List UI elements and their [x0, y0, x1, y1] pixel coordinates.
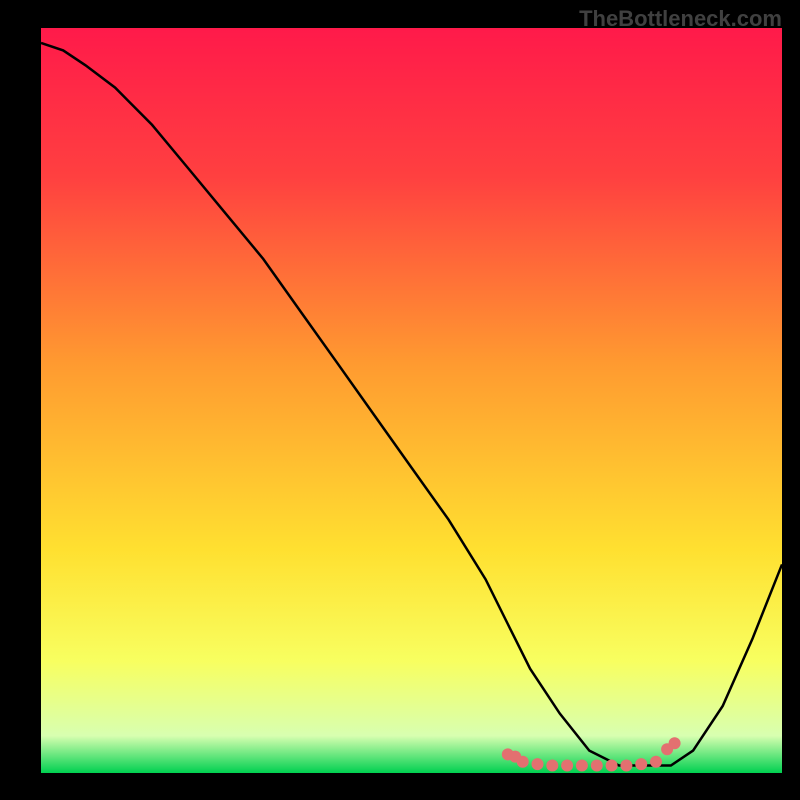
optimal-marker	[620, 760, 632, 772]
optimal-marker	[591, 760, 603, 772]
optimal-marker	[576, 760, 588, 772]
optimal-marker	[561, 760, 573, 772]
optimal-marker	[635, 758, 647, 770]
optimal-marker	[517, 756, 529, 768]
optimal-marker	[669, 737, 681, 749]
optimal-marker	[650, 756, 662, 768]
plot-area	[41, 28, 782, 773]
optimal-marker	[546, 760, 558, 772]
optimal-marker	[606, 760, 618, 772]
chart-svg	[41, 28, 782, 773]
gradient-background	[41, 28, 782, 773]
optimal-marker	[532, 758, 544, 770]
chart-container: TheBottleneck.com	[0, 0, 800, 800]
watermark-text: TheBottleneck.com	[579, 6, 782, 32]
